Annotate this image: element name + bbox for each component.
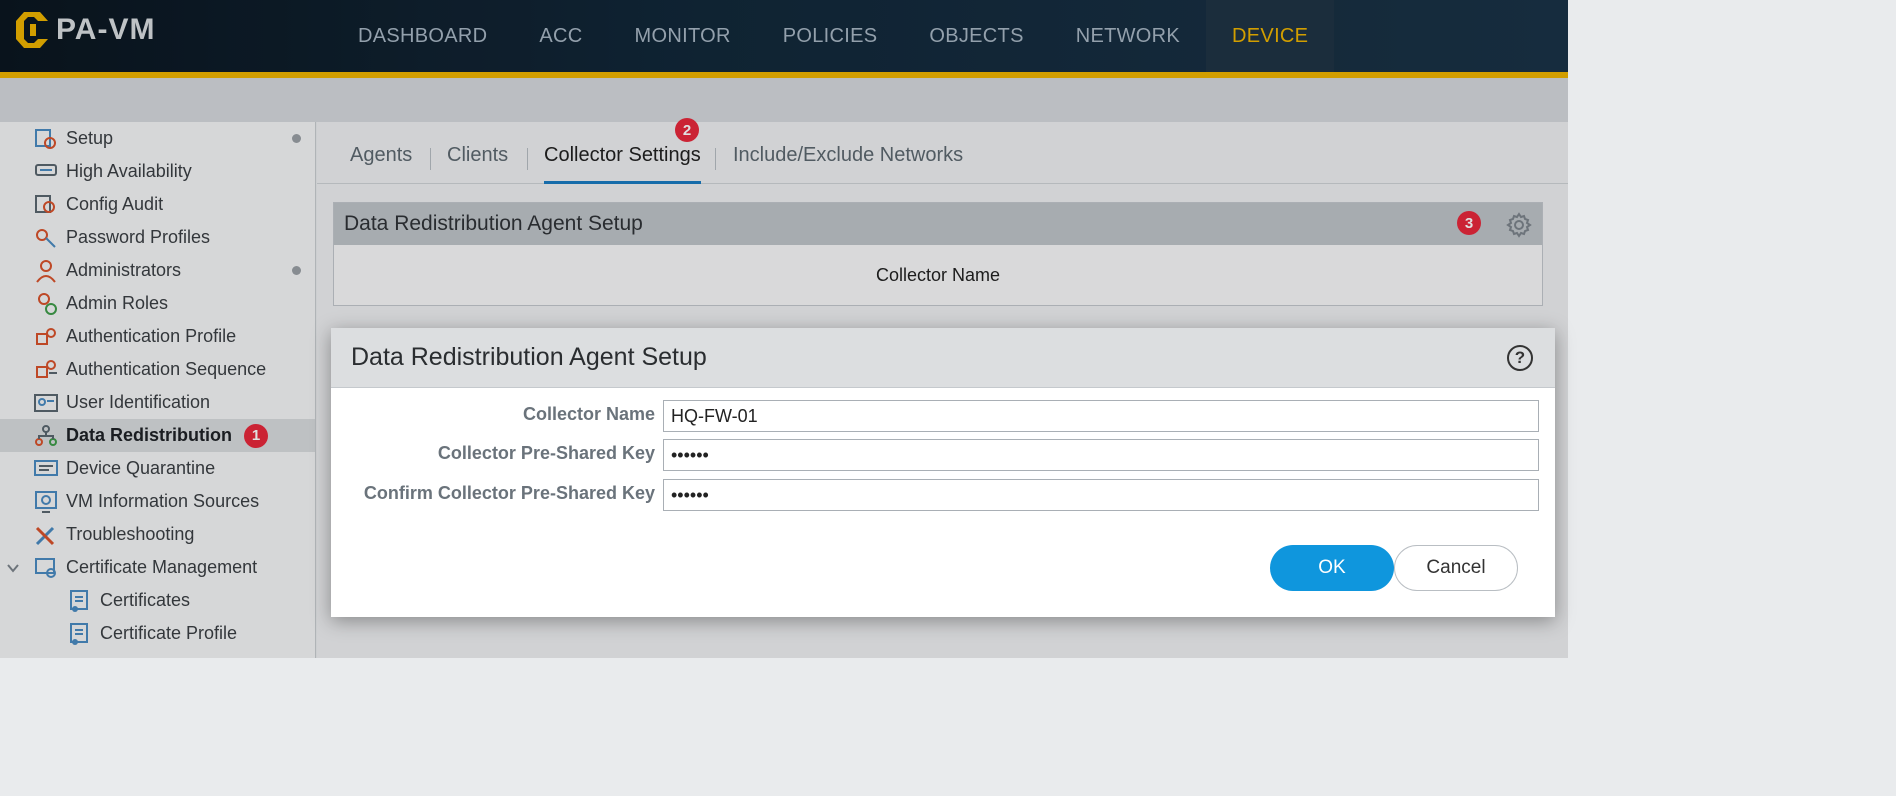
dialog-header: Data Redistribution Agent Setup ? [331, 328, 1555, 388]
collector-name-input[interactable] [663, 400, 1539, 432]
confirm-psk-input[interactable] [663, 479, 1539, 511]
ok-button[interactable]: OK [1270, 545, 1394, 591]
confirm-psk-label: Confirm Collector Pre-Shared Key [363, 483, 655, 503]
dialog-title: Data Redistribution Agent Setup [351, 343, 707, 371]
cancel-button[interactable]: Cancel [1394, 545, 1518, 591]
help-icon[interactable]: ? [1507, 345, 1533, 371]
collector-name-row: Collector Name [331, 400, 1555, 432]
psk-row: Collector Pre-Shared Key [331, 439, 1555, 471]
collector-name-label: Collector Name [522, 404, 655, 424]
psk-input[interactable] [663, 439, 1539, 471]
psk-label: Collector Pre-Shared Key [437, 443, 655, 463]
agent-setup-dialog: Data Redistribution Agent Setup ? Collec… [331, 328, 1555, 617]
confirm-psk-row: Confirm Collector Pre-Shared Key [331, 479, 1555, 511]
